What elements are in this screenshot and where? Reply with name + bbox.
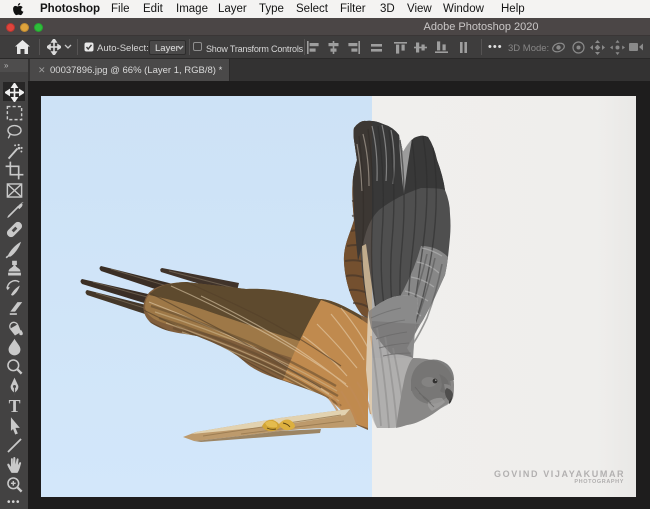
svg-text:T: T <box>9 396 21 415</box>
